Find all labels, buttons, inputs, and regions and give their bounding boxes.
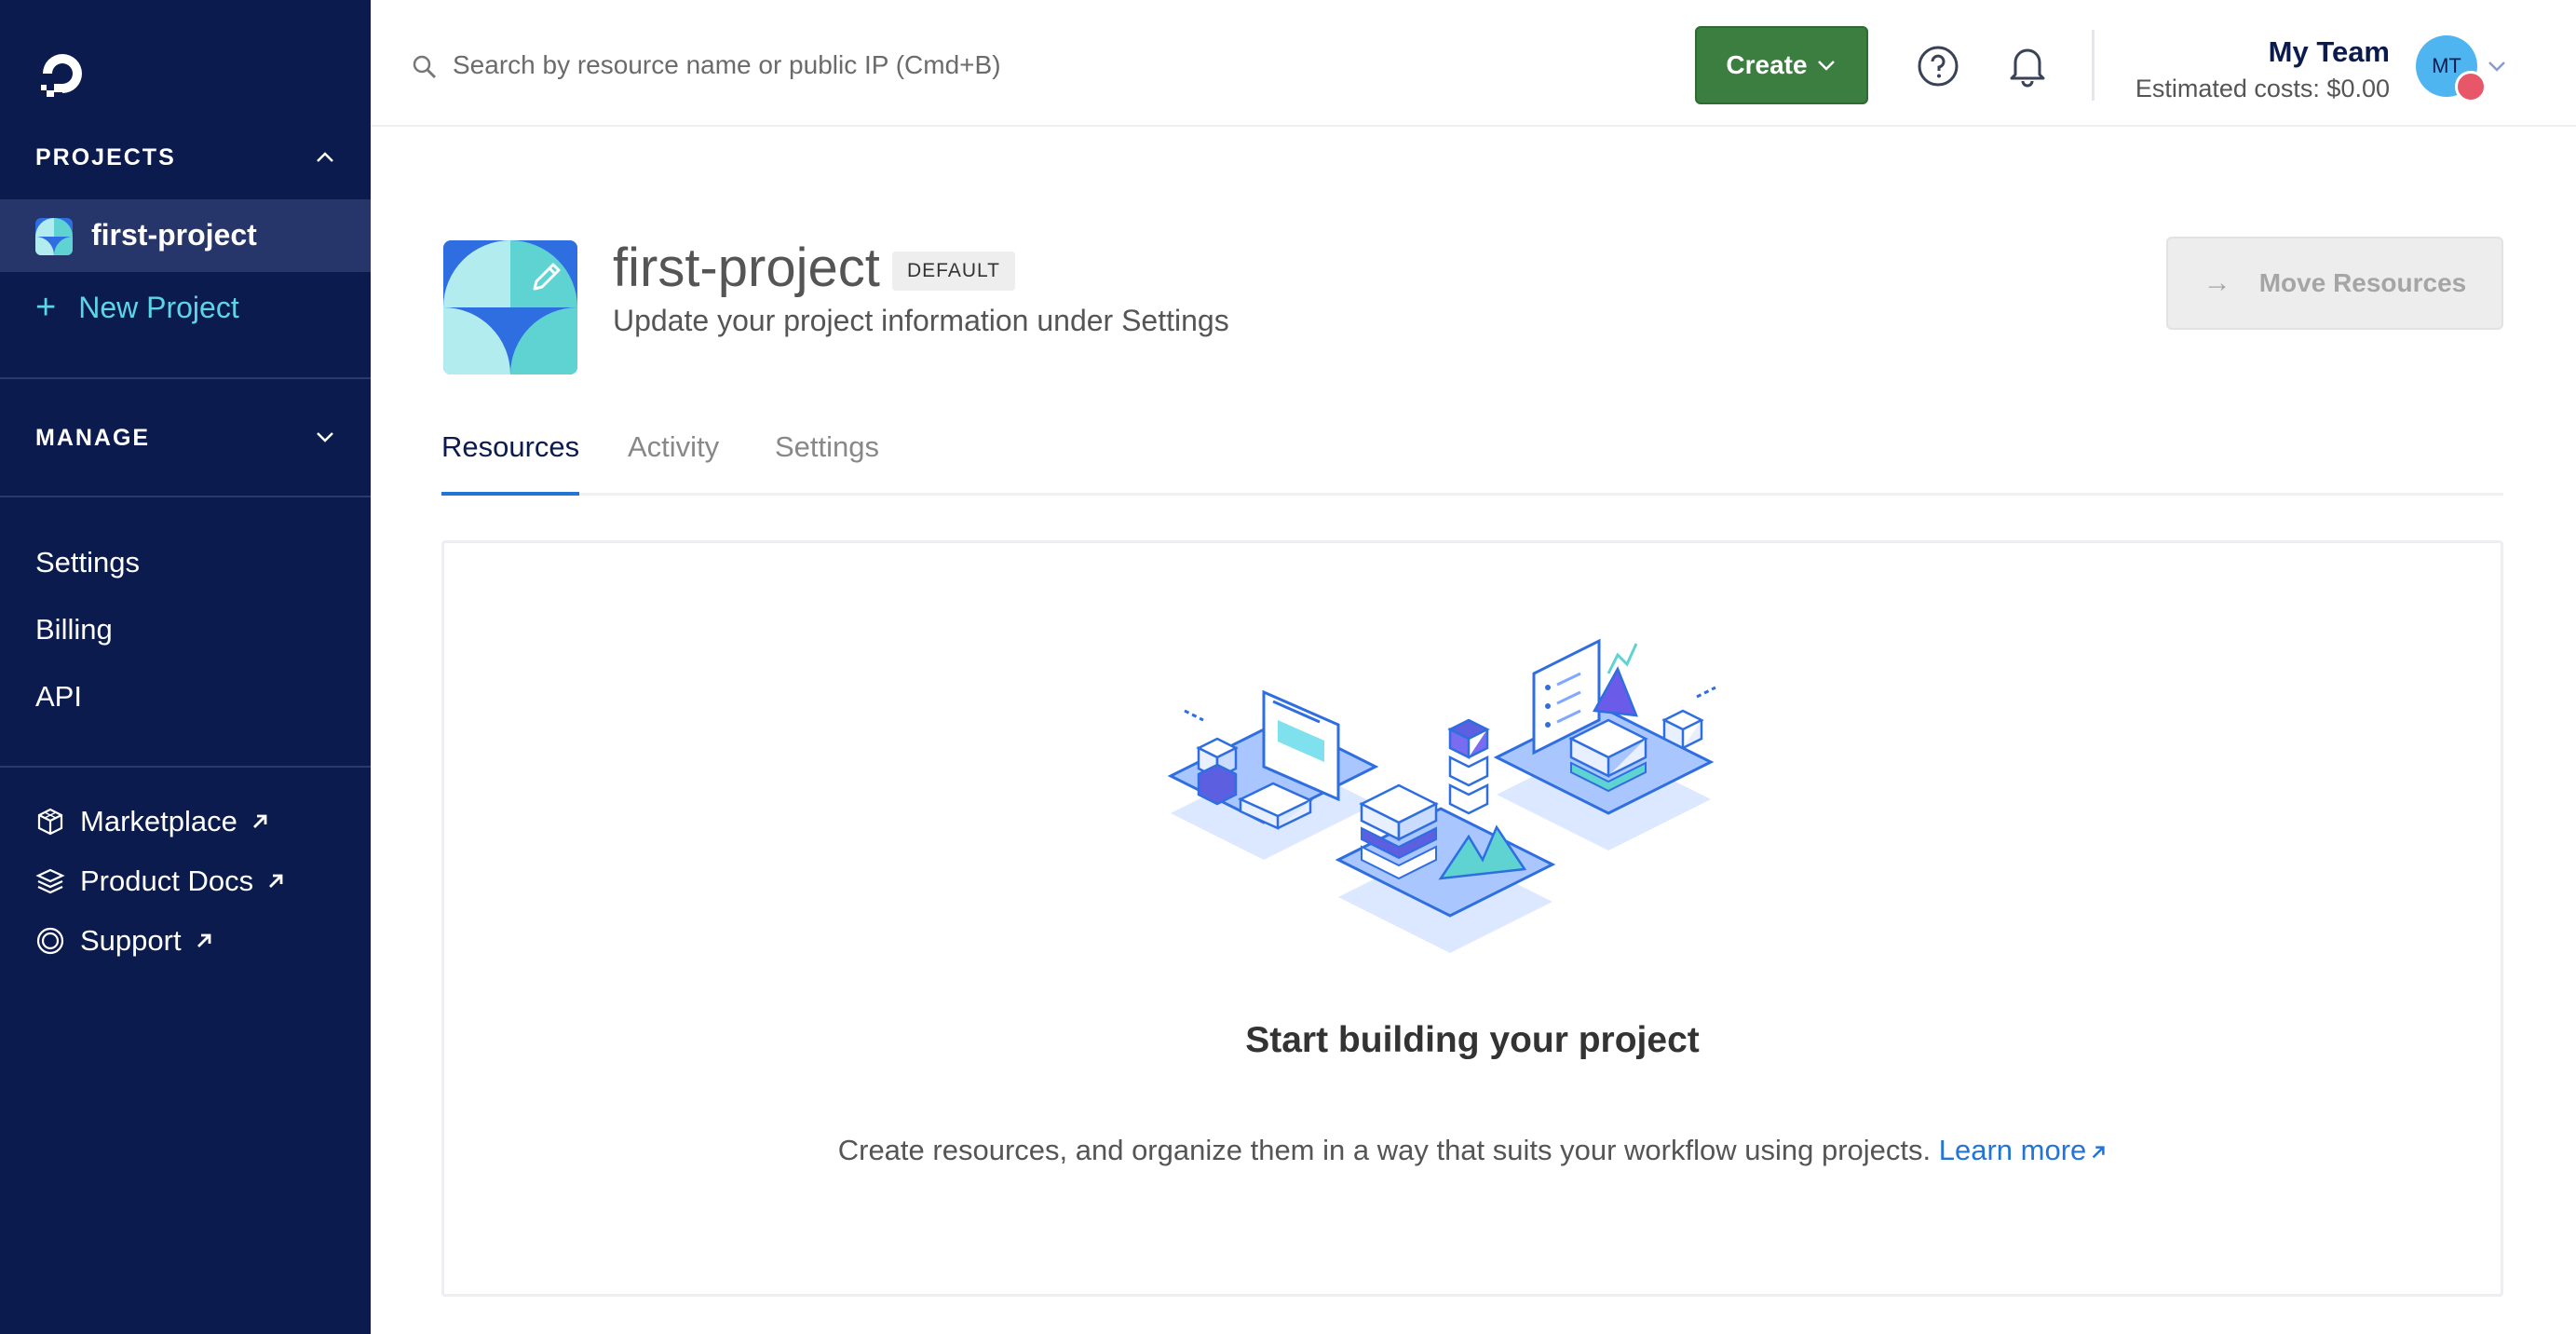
external-link-icon: [2092, 1146, 2105, 1159]
create-button[interactable]: Create: [1695, 26, 1868, 104]
sidebar-item-label: first-project: [91, 218, 257, 252]
move-resources-label: Move Resources: [2258, 268, 2467, 297]
chevron-up-icon[interactable]: [313, 145, 337, 170]
plus-icon: +: [35, 287, 57, 327]
tab-settings[interactable]: Settings: [775, 430, 879, 496]
project-subtitle: Update your project information under Se…: [613, 304, 1229, 337]
search-input[interactable]: [453, 37, 1291, 93]
marketplace-label: Marketplace: [80, 805, 237, 837]
isometric-resources-illustration: [1167, 638, 1716, 953]
move-resources-button[interactable]: → Move Resources: [2166, 237, 2503, 330]
empty-state-text: Create resources, and organize them in a…: [837, 1134, 1939, 1166]
manage-section-header[interactable]: MANAGE: [35, 425, 150, 452]
estimated-costs: Estimated costs: $0.00: [2135, 75, 2390, 102]
empty-state-description: Create resources, and organize them in a…: [444, 1134, 2501, 1167]
external-link-icon: [197, 933, 210, 947]
team-name[interactable]: My Team: [2269, 35, 2390, 69]
page-title: first-project: [613, 238, 880, 298]
divider: [2092, 30, 2095, 101]
top-bar: Create My Team Estimated costs: $0.00 MT: [371, 0, 2576, 127]
chevron-down-icon: [1817, 61, 1835, 71]
default-badge: DEFAULT: [892, 252, 1015, 291]
new-project-label: New Project: [78, 290, 239, 324]
project-avatar[interactable]: [443, 240, 577, 374]
external-link-icon: [252, 814, 267, 828]
tab-activity[interactable]: Activity: [628, 430, 719, 496]
sidebar-item-support[interactable]: Support: [35, 924, 213, 958]
lifebuoy-icon: [36, 927, 64, 955]
sidebar-item-first-project[interactable]: first-project: [0, 199, 371, 272]
tab-resources[interactable]: Resources: [441, 430, 580, 496]
project-tabs: Resources Activity Settings: [441, 425, 2503, 496]
create-button-label: Create: [1726, 50, 1808, 79]
cube-icon: [37, 808, 63, 836]
chevron-down-icon[interactable]: [313, 425, 337, 449]
support-label: Support: [80, 924, 182, 957]
arrow-right-icon: →: [2203, 267, 2231, 298]
sidebar-item-settings[interactable]: Settings: [35, 546, 140, 579]
digitalocean-logo-icon[interactable]: [34, 45, 91, 102]
learn-more-label: Learn more: [1938, 1134, 2087, 1166]
product-docs-label: Product Docs: [80, 864, 254, 897]
learn-more-link[interactable]: Learn more: [1939, 1134, 2108, 1166]
sidebar: PROJECTS first-project + New Project MAN…: [0, 0, 371, 1334]
external-link-icon: [269, 874, 283, 888]
layers-icon: [35, 868, 65, 894]
divider: [0, 377, 371, 379]
sidebar-item-marketplace[interactable]: Marketplace: [35, 805, 269, 838]
divider: [0, 496, 371, 497]
divider: [0, 766, 371, 768]
chevron-down-icon[interactable]: [2485, 54, 2509, 78]
sidebar-item-billing[interactable]: Billing: [35, 613, 113, 647]
sidebar-item-product-docs[interactable]: Product Docs: [35, 864, 285, 898]
avatar-badge: [2455, 71, 2487, 102]
new-project-link[interactable]: + New Project: [35, 287, 239, 328]
search-icon: [413, 55, 436, 78]
project-icon: [35, 218, 73, 255]
bell-icon[interactable]: [2006, 43, 2049, 88]
resources-panel: Start building your project Create resou…: [441, 540, 2503, 1297]
help-icon[interactable]: [1917, 45, 1959, 88]
projects-section-header[interactable]: PROJECTS: [35, 144, 176, 171]
empty-state-title: Start building your project: [1245, 1020, 1700, 1060]
sidebar-item-api[interactable]: API: [35, 680, 82, 714]
